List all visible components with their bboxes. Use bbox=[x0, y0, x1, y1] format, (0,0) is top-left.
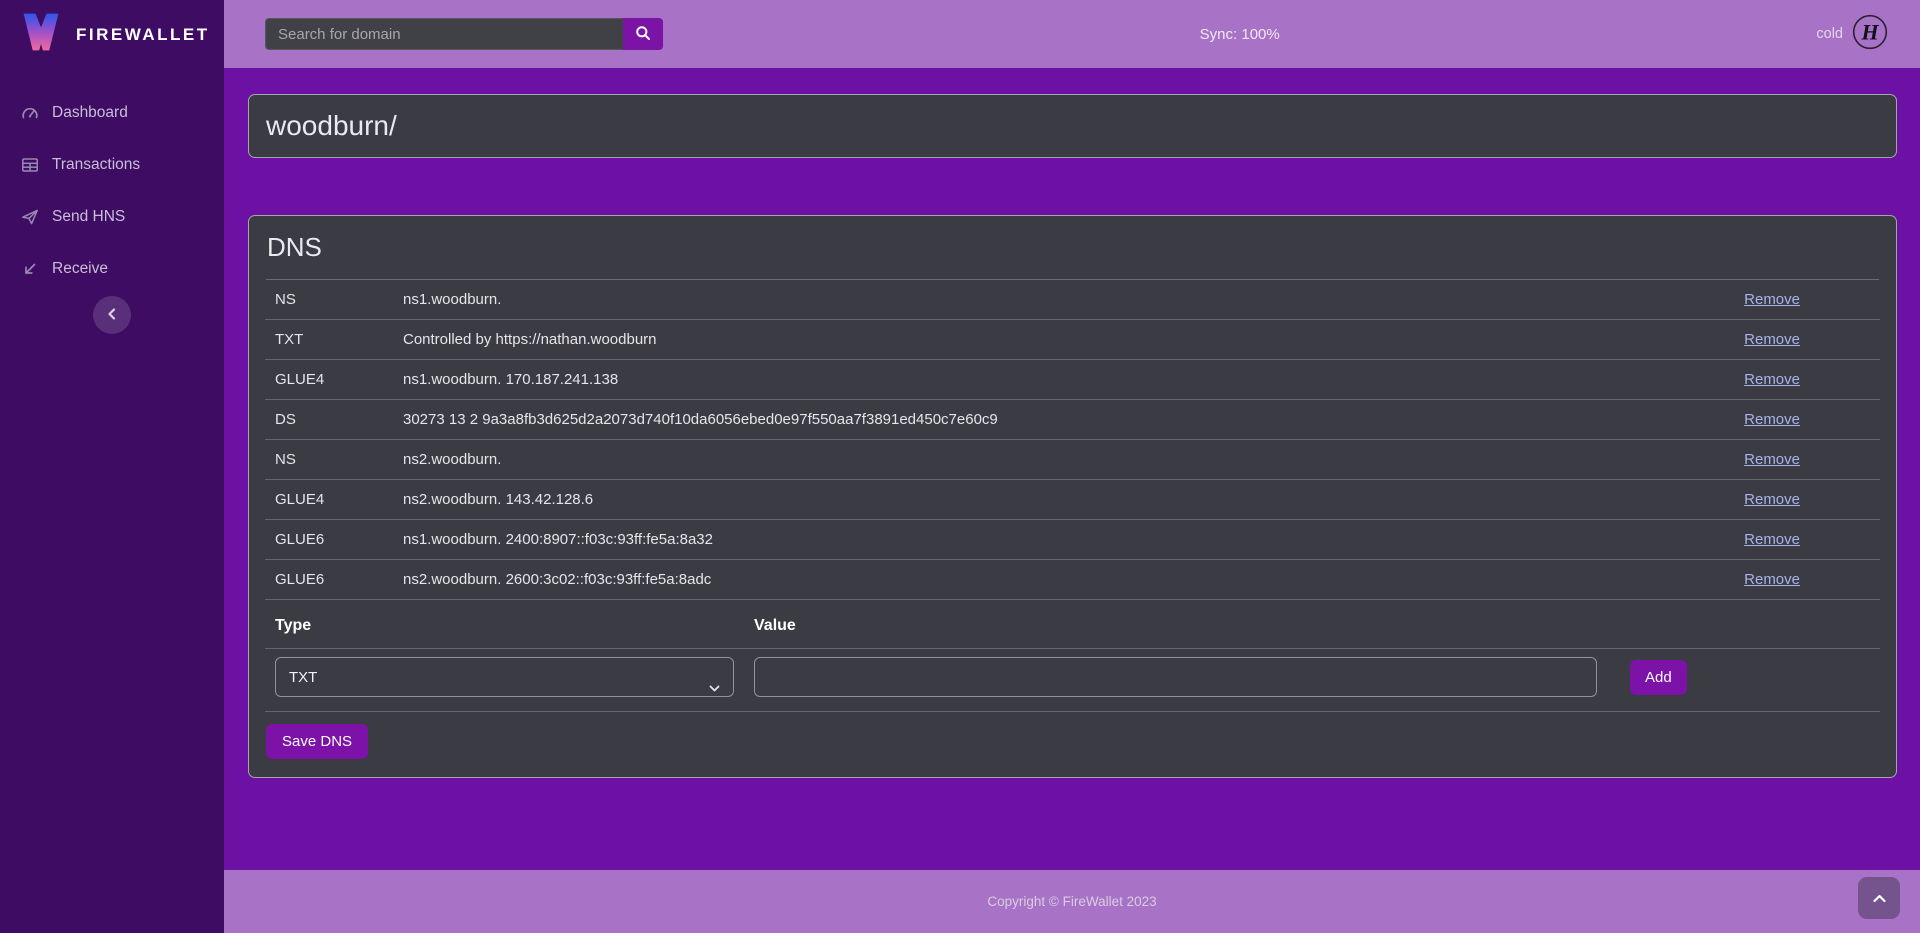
sync-status: Sync: 100% bbox=[1200, 26, 1280, 43]
remove-record-link[interactable]: Remove bbox=[1744, 411, 1800, 428]
sidebar-item-label: Transactions bbox=[52, 156, 140, 174]
save-dns-button[interactable]: Save DNS bbox=[266, 724, 368, 759]
sidebar-nav: Dashboard Transactions bbox=[0, 87, 224, 295]
wallet-name: cold bbox=[1816, 26, 1843, 42]
dns-section-title: DNS bbox=[267, 232, 1880, 263]
chevron-up-icon bbox=[1873, 891, 1886, 906]
footer: Copyright © FireWallet 2023 bbox=[224, 870, 1920, 933]
dns-card: DNS NS ns1.woodburn. Remove TXT Controll… bbox=[248, 215, 1897, 778]
table-row: GLUE4 ns2.woodburn. 143.42.128.6 Remove bbox=[265, 480, 1880, 520]
chevron-left-icon bbox=[106, 308, 118, 323]
remove-record-link[interactable]: Remove bbox=[1744, 291, 1800, 308]
record-type: GLUE6 bbox=[265, 560, 393, 600]
sidebar: FIREWALLET Dashboard bbox=[0, 0, 224, 933]
record-value: 30273 13 2 9a3a8fb3d625d2a2073d740f10da6… bbox=[393, 400, 1620, 440]
dns-add-form: Type Value TXT bbox=[265, 600, 1880, 712]
record-type: NS bbox=[265, 280, 393, 320]
sidebar-item-label: Dashboard bbox=[52, 104, 128, 122]
record-value-input[interactable] bbox=[754, 657, 1597, 697]
brand-name: FIREWALLET bbox=[76, 25, 210, 45]
remove-record-link[interactable]: Remove bbox=[1744, 371, 1800, 388]
action-column-header bbox=[1607, 600, 1880, 649]
sidebar-item-label: Send HNS bbox=[52, 208, 125, 226]
copyright-text: Copyright © FireWallet 2023 bbox=[987, 894, 1156, 909]
sidebar-item-label: Receive bbox=[52, 260, 108, 278]
record-type: GLUE4 bbox=[265, 360, 393, 400]
remove-record-link[interactable]: Remove bbox=[1744, 451, 1800, 468]
record-type: GLUE4 bbox=[265, 480, 393, 520]
gauge-icon bbox=[20, 104, 39, 122]
record-value: ns1.woodburn. 170.187.241.138 bbox=[393, 360, 1620, 400]
type-column-header: Type bbox=[265, 600, 744, 649]
table-row: GLUE6 ns2.woodburn. 2600:3c02::f03c:93ff… bbox=[265, 560, 1880, 600]
table-row: GLUE6 ns1.woodburn. 2400:8907::f03c:93ff… bbox=[265, 520, 1880, 560]
table-row: TXT Controlled by https://nathan.woodbur… bbox=[265, 320, 1880, 360]
table-icon bbox=[20, 156, 39, 174]
record-value: ns1.woodburn. bbox=[393, 280, 1620, 320]
record-value: ns2.woodburn. bbox=[393, 440, 1620, 480]
brand: FIREWALLET bbox=[0, 0, 224, 69]
domain-search bbox=[265, 18, 663, 50]
remove-record-link[interactable]: Remove bbox=[1744, 571, 1800, 588]
table-row: DS 30273 13 2 9a3a8fb3d625d2a2073d740f10… bbox=[265, 400, 1880, 440]
dns-records-body: NS ns1.woodburn. Remove TXT Controlled b… bbox=[265, 280, 1880, 600]
record-value: ns1.woodburn. 2400:8907::f03c:93ff:fe5a:… bbox=[393, 520, 1620, 560]
remove-record-link[interactable]: Remove bbox=[1744, 491, 1800, 508]
scroll-to-top-button[interactable] bbox=[1858, 877, 1900, 919]
search-input[interactable] bbox=[265, 18, 623, 50]
search-button[interactable] bbox=[623, 18, 663, 50]
top-bar: Sync: 100% cold H bbox=[224, 0, 1920, 68]
domain-title-card: woodburn/ bbox=[248, 94, 1897, 158]
sidebar-item-receive[interactable]: Receive bbox=[0, 243, 224, 295]
search-icon bbox=[635, 25, 651, 44]
sidebar-item-send-hns[interactable]: Send HNS bbox=[0, 191, 224, 243]
page-title: woodburn/ bbox=[266, 110, 1879, 142]
remove-record-link[interactable]: Remove bbox=[1744, 331, 1800, 348]
sidebar-item-transactions[interactable]: Transactions bbox=[0, 139, 224, 191]
svg-text:H: H bbox=[1860, 20, 1879, 45]
content-column: Sync: 100% cold H woodburn/ DNS bbox=[224, 0, 1920, 933]
record-type-select[interactable]: TXT bbox=[275, 657, 734, 697]
record-value: ns2.woodburn. 2600:3c02::f03c:93ff:fe5a:… bbox=[393, 560, 1620, 600]
add-record-button[interactable]: Add bbox=[1630, 660, 1687, 695]
remove-record-link[interactable]: Remove bbox=[1744, 531, 1800, 548]
record-type: GLUE6 bbox=[265, 520, 393, 560]
wallet-menu[interactable]: cold H bbox=[1816, 14, 1888, 54]
record-type: NS bbox=[265, 440, 393, 480]
value-column-header: Value bbox=[744, 600, 1607, 649]
firewallet-w-logo-icon bbox=[19, 10, 63, 59]
record-value: Controlled by https://nathan.woodburn bbox=[393, 320, 1620, 360]
table-row: NS ns2.woodburn. Remove bbox=[265, 440, 1880, 480]
dns-records-table: NS ns1.woodburn. Remove TXT Controlled b… bbox=[265, 280, 1880, 600]
sidebar-item-dashboard[interactable]: Dashboard bbox=[0, 87, 224, 139]
handshake-logo-icon: H bbox=[1852, 14, 1888, 54]
record-type: DS bbox=[265, 400, 393, 440]
sidebar-collapse-button[interactable] bbox=[93, 296, 131, 334]
record-value: ns2.woodburn. 143.42.128.6 bbox=[393, 480, 1620, 520]
main-content: woodburn/ DNS NS ns1.woodburn. Remove TX… bbox=[224, 68, 1920, 870]
record-type: TXT bbox=[265, 320, 393, 360]
table-row: NS ns1.woodburn. Remove bbox=[265, 280, 1880, 320]
table-row: GLUE4 ns1.woodburn. 170.187.241.138 Remo… bbox=[265, 360, 1880, 400]
app-window: FIREWALLET Dashboard bbox=[0, 0, 1920, 933]
send-icon bbox=[20, 208, 39, 226]
receive-icon bbox=[20, 260, 39, 278]
